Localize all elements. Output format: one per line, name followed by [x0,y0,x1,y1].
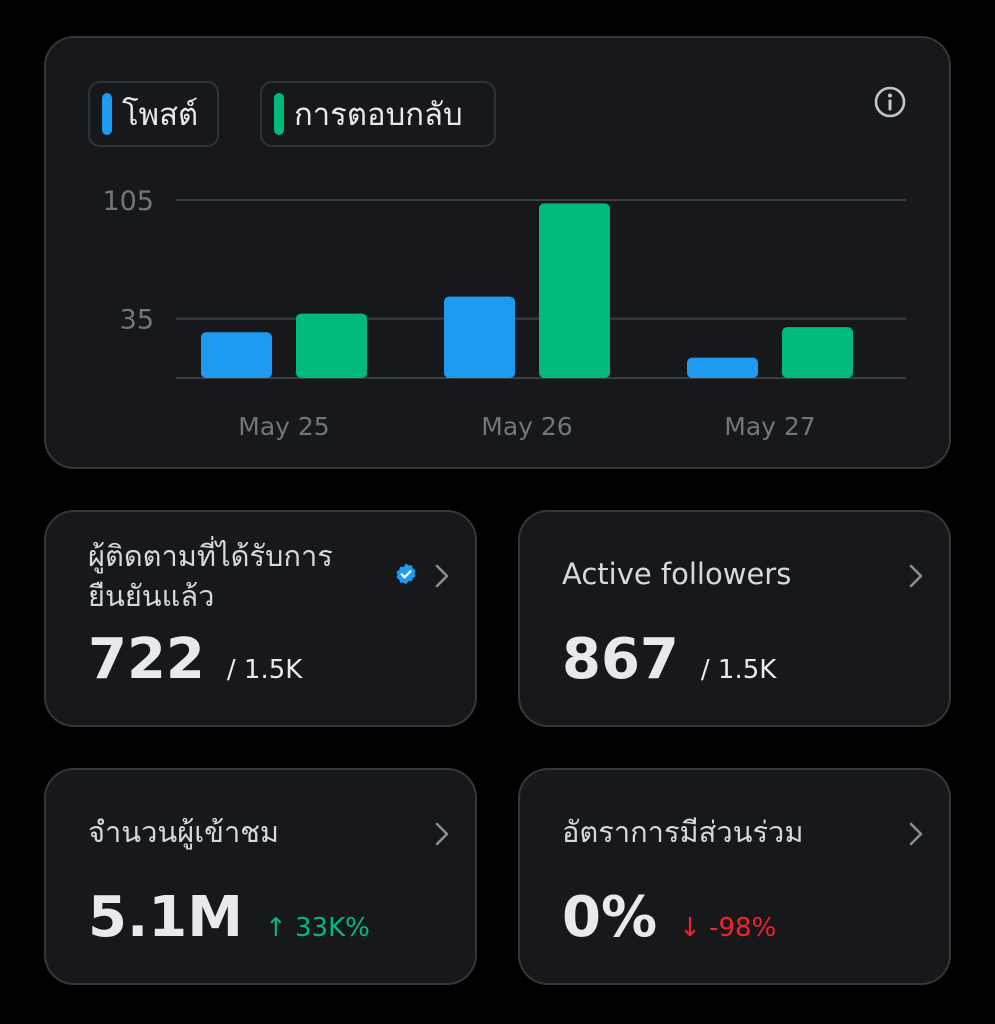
engagement-rate-value-row: 0% ↓ -98% [562,888,776,958]
verified-badge-icon [396,563,416,585]
impressions-value-row: 5.1M ↑ 33K% [88,888,370,958]
info-icon[interactable] [872,84,908,120]
impressions-label: จำนวนผู้เข้าชม [88,815,280,849]
y-tick-label: 35 [120,305,154,336]
bar-posts-2 [687,357,758,378]
impressions-value: 5.1M [88,885,243,950]
impressions-change: ↑ 33K% [264,913,370,943]
active-followers-total: / 1.5K [700,655,777,685]
chevron-right-icon [435,822,449,846]
bar-posts-0 [201,332,272,378]
verified-label-line1: ผู้ติดตามที่ได้รับการ [88,539,333,573]
active-followers-value: 867 [562,627,679,692]
bar-replies-0 [296,313,367,378]
verified-followers-label: ผู้ติดตามที่ได้รับการ ยืนยันแล้ว [88,536,333,616]
bar-replies-1 [539,203,610,378]
legend-replies-toggle[interactable]: การตอบกลับ [260,81,496,147]
legend-posts-label: โพสต์ [122,97,199,133]
impressions-card[interactable]: จำนวนผู้เข้าชม 5.1M ↑ 33K% [44,768,477,985]
replies-swatch [274,93,284,135]
verified-label-line2: ยืนยันแล้ว [88,579,215,613]
bar-replies-2 [782,327,853,378]
posts-swatch [102,93,112,135]
chevron-right-icon [909,822,923,846]
chevron-right-icon [909,564,923,588]
legend-replies-label: การตอบกลับ [294,97,463,133]
active-followers-label: Active followers [562,557,792,591]
engagement-rate-label: อัตราการมีส่วนร่วม [562,815,804,849]
bar-posts-1 [444,296,515,378]
verified-followers-card[interactable]: ผู้ติดตามที่ได้รับการ ยืนยันแล้ว 722 / 1.… [44,510,477,727]
verified-followers-total: / 1.5K [226,655,303,685]
x-tick-label: May 27 [724,412,815,441]
chevron-right-icon [435,564,449,588]
active-followers-value-row: 867 / 1.5K [562,630,776,700]
engagement-rate-value: 0% [562,885,658,950]
y-tick-label: 105 [102,186,154,217]
x-tick-label: May 26 [481,412,572,441]
verified-followers-value-row: 722 / 1.5K [88,630,302,700]
legend-posts-toggle[interactable]: โพสต์ [88,81,219,147]
verified-followers-value: 722 [88,627,205,692]
chart-card: 35 105 May 25 May 26 May 27 โพสต์ การตอบกลับ [44,36,951,469]
x-tick-label: May 25 [238,412,329,441]
active-followers-card[interactable]: Active followers 867 / 1.5K [518,510,951,727]
engagement-rate-card[interactable]: อัตราการมีส่วนร่วม 0% ↓ -98% [518,768,951,985]
engagement-rate-change: ↓ -98% [679,913,777,943]
